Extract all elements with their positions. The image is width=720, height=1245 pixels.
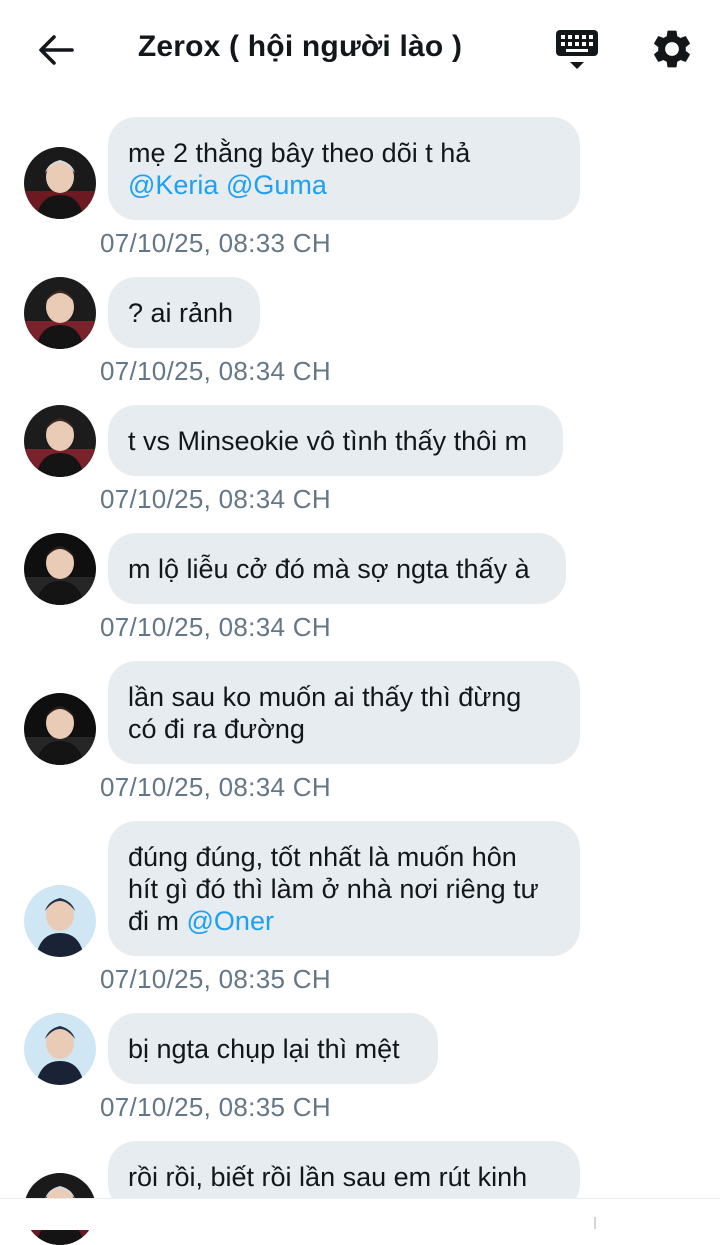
conversation-title: Zerox ( hội người lào ) bbox=[137, 30, 463, 63]
avatar[interactable] bbox=[24, 885, 96, 957]
gear-icon bbox=[654, 30, 690, 68]
message-line: mẹ 2 thằng bây theo dõi t hả bbox=[128, 137, 560, 169]
composer-divider bbox=[594, 1217, 596, 1229]
avatar[interactable] bbox=[24, 693, 96, 765]
message-text: mẹ 2 thằng bây theo dõi t hả bbox=[128, 137, 471, 168]
message-text: có đi ra đường bbox=[128, 713, 305, 744]
message-text: rồi rồi, biết rồi lần sau em rút kinh bbox=[128, 1161, 528, 1192]
avatar[interactable] bbox=[24, 533, 96, 605]
avatar[interactable] bbox=[24, 277, 96, 349]
message-line: có đi ra đường bbox=[128, 713, 560, 745]
message-timestamp: 07/10/25, 08:34 CH bbox=[100, 612, 331, 642]
message-line: m lộ liễu cở đó mà sợ ngta thấy à bbox=[128, 553, 546, 585]
message-text: m lộ liễu cở đó mà sợ ngta thấy à bbox=[128, 553, 530, 584]
composer-bar[interactable] bbox=[0, 1198, 720, 1230]
message-text: đúng đúng, tốt nhất là muốn hôn bbox=[128, 841, 517, 872]
message-line: bị ngta chụp lại thì mệt bbox=[128, 1033, 418, 1065]
message-line: @Keria @Guma bbox=[128, 169, 560, 201]
message-bubble[interactable]: mẹ 2 thằng bây theo dõi t hả @Keria @Guma bbox=[108, 117, 580, 220]
message-line: rồi rồi, biết rồi lần sau em rút kinh bbox=[128, 1161, 560, 1193]
message-timestamp: 07/10/25, 08:34 CH bbox=[100, 772, 331, 802]
message-text: ? ai rảnh bbox=[128, 297, 234, 328]
mention-link[interactable]: @Guma bbox=[226, 170, 327, 200]
message-text: đi m bbox=[128, 905, 187, 936]
message-line: t vs Minseokie vô tình thấy thôi m bbox=[128, 425, 543, 457]
settings-button[interactable] bbox=[649, 26, 695, 72]
message-bubble[interactable]: đúng đúng, tốt nhất là muốn hôn hít gì đó… bbox=[108, 821, 580, 956]
message-timestamp: 07/10/25, 08:35 CH bbox=[100, 964, 331, 994]
message-timestamp: 07/10/25, 08:35 CH bbox=[100, 1092, 331, 1122]
mention-link[interactable]: @Keria bbox=[128, 170, 218, 200]
keyboard-button[interactable] bbox=[553, 26, 601, 74]
message-text: bị ngta chụp lại thì mệt bbox=[128, 1033, 400, 1064]
message-bubble[interactable]: bị ngta chụp lại thì mệt bbox=[108, 1013, 438, 1084]
message-line: đi m @Oner bbox=[128, 905, 560, 937]
message-timestamp: 07/10/25, 08:34 CH bbox=[100, 484, 331, 514]
avatar[interactable] bbox=[24, 1013, 96, 1085]
message-line: đúng đúng, tốt nhất là muốn hôn bbox=[128, 841, 560, 873]
message-timestamp: 07/10/25, 08:34 CH bbox=[100, 356, 331, 386]
avatar[interactable] bbox=[24, 147, 96, 219]
chat-header: Zerox ( hội người lào ) bbox=[0, 0, 720, 98]
message-text: lần sau ko muốn ai thấy thì đừng bbox=[128, 681, 522, 712]
message-bubble[interactable]: ? ai rảnh bbox=[108, 277, 260, 348]
message-text bbox=[218, 170, 226, 200]
message-line: ? ai rảnh bbox=[128, 297, 240, 329]
message-line: hít gì đó thì làm ở nhà nơi riêng tư bbox=[128, 873, 560, 905]
message-bubble[interactable]: t vs Minseokie vô tình thấy thôi m bbox=[108, 405, 563, 476]
message-bubble[interactable]: m lộ liễu cở đó mà sợ ngta thấy à bbox=[108, 533, 566, 604]
keyboard-icon bbox=[556, 30, 598, 69]
message-text: hít gì đó thì làm ở nhà nơi riêng tư bbox=[128, 873, 539, 904]
message-timestamp: 07/10/25, 08:33 CH bbox=[100, 228, 331, 258]
mention-link[interactable]: @Oner bbox=[187, 906, 274, 936]
avatar[interactable] bbox=[24, 405, 96, 477]
message-line: lần sau ko muốn ai thấy thì đừng bbox=[128, 681, 560, 713]
message-bubble[interactable]: lần sau ko muốn ai thấy thì đừng có đi ra… bbox=[108, 661, 580, 764]
message-text: t vs Minseokie vô tình thấy thôi m bbox=[128, 425, 528, 456]
